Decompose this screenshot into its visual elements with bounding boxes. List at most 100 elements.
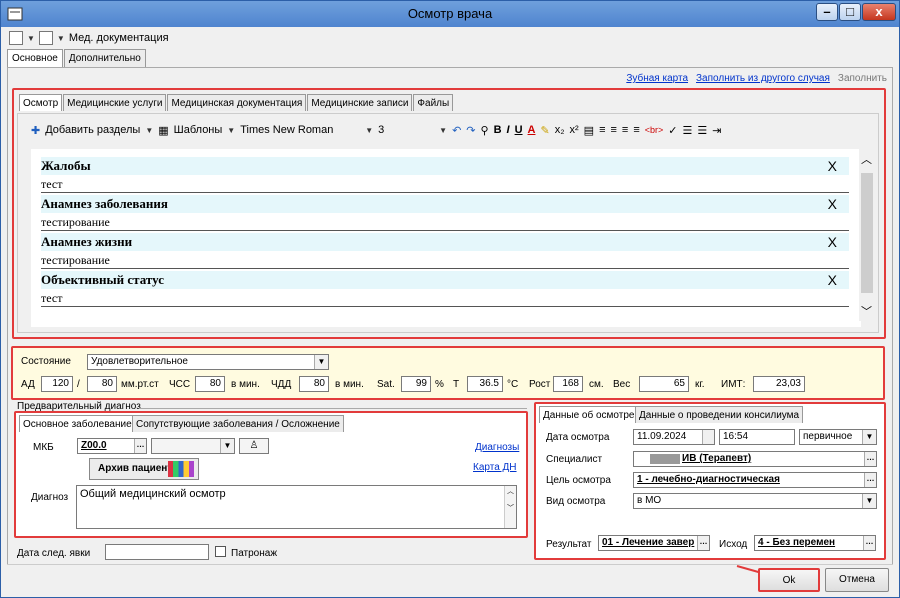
- tab-exam-data[interactable]: Данные об осмотре: [539, 406, 639, 423]
- cancel-button[interactable]: Отмена: [825, 568, 889, 592]
- tab-files[interactable]: Файлы: [413, 94, 454, 111]
- temp-field[interactable]: 36.5: [467, 376, 503, 392]
- tab-med-documentation[interactable]: Медицинская документация: [167, 94, 307, 111]
- specialist-field[interactable]: ИВ (Терапевт) …: [633, 451, 877, 467]
- exam-date-field[interactable]: 11.09.2024: [633, 429, 715, 445]
- close-window-button[interactable]: x: [862, 3, 896, 21]
- chevron-down-icon[interactable]: ▼: [145, 126, 153, 135]
- dental-chart-link[interactable]: Зубная карта: [626, 73, 688, 84]
- align-center-icon[interactable]: ≡: [610, 124, 616, 136]
- exam-type-select[interactable]: в МО ▼: [633, 493, 877, 509]
- height-field[interactable]: 168: [553, 376, 583, 392]
- chevron-down-icon[interactable]: ▼: [227, 126, 235, 135]
- subscript-icon[interactable]: x₂: [555, 124, 565, 136]
- remove-section-icon[interactable]: X: [828, 195, 837, 213]
- indent-icon[interactable]: ⇥: [712, 124, 721, 137]
- exam-kind-select[interactable]: первичное ▼: [799, 429, 877, 445]
- line-break-icon[interactable]: <br>: [645, 125, 664, 135]
- chevron-up-icon[interactable]: ︿: [861, 151, 872, 167]
- dots-icon[interactable]: …: [864, 452, 876, 466]
- scroll-thumb[interactable]: [861, 173, 873, 293]
- tab-med-services[interactable]: Медицинские услуги: [63, 94, 167, 111]
- size-select[interactable]: 3: [378, 124, 434, 136]
- weight-field[interactable]: 65: [639, 376, 689, 392]
- numbered-list-icon[interactable]: ☰: [682, 124, 692, 137]
- ad-diastolic-field[interactable]: 80: [87, 376, 117, 392]
- redo-icon[interactable]: ↷: [466, 124, 475, 137]
- add-sections-button[interactable]: Добавить разделы: [45, 124, 140, 136]
- diagnoses-link[interactable]: Диагнозы: [475, 442, 519, 453]
- italic-icon[interactable]: I: [507, 124, 510, 136]
- maximize-button[interactable]: □: [839, 3, 861, 21]
- tab-main-disease[interactable]: Основное заболевание: [19, 415, 136, 432]
- state-select[interactable]: Удовлетворительное ▼: [87, 354, 329, 370]
- chevron-down-icon[interactable]: ▼: [314, 355, 328, 369]
- chevron-down-icon[interactable]: ▼: [57, 34, 65, 43]
- tab-additional[interactable]: Дополнительно: [63, 49, 146, 67]
- patient-archive-button[interactable]: Архив пациента: [89, 458, 199, 480]
- dots-icon[interactable]: …: [864, 473, 876, 487]
- font-select[interactable]: Times New Roman: [240, 124, 360, 136]
- chevron-down-icon[interactable]: ▼: [439, 126, 447, 135]
- align-right-icon[interactable]: ≡: [622, 124, 628, 136]
- dots-icon[interactable]: …: [134, 439, 146, 453]
- exam-time-field[interactable]: 16:54: [719, 429, 795, 445]
- fill-from-other-link[interactable]: Заполнить из другого случая: [696, 73, 830, 84]
- undo-icon[interactable]: ↶: [452, 124, 461, 137]
- chevron-down-icon[interactable]: ▼: [862, 430, 876, 444]
- document-icon[interactable]: [9, 31, 23, 45]
- remove-section-icon[interactable]: X: [828, 157, 837, 175]
- templates-button[interactable]: Шаблоны: [174, 124, 223, 136]
- justify-icon[interactable]: ≡: [633, 124, 639, 136]
- chevron-down-icon[interactable]: ▼: [862, 494, 876, 508]
- calendar-icon[interactable]: [702, 430, 714, 444]
- purpose-field[interactable]: 1 - лечебно-диагностическая …: [633, 472, 877, 488]
- templates-icon[interactable]: ▦: [158, 124, 168, 137]
- tab-council-data[interactable]: Данные о проведении консилиума: [635, 406, 804, 423]
- minimize-button[interactable]: –: [816, 3, 838, 21]
- section-text[interactable]: тестирование: [41, 251, 849, 269]
- section-text[interactable]: тестирование: [41, 213, 849, 231]
- section-text[interactable]: тест: [41, 289, 849, 307]
- textarea-scrollbar[interactable]: ︿ ﹀: [504, 486, 516, 528]
- plus-icon[interactable]: ✚: [31, 124, 40, 137]
- bold-icon[interactable]: B: [494, 124, 502, 136]
- bullet-list-icon[interactable]: ☰: [697, 124, 707, 137]
- hss-field[interactable]: 80: [195, 376, 225, 392]
- chevron-down-icon[interactable]: ▼: [27, 34, 35, 43]
- dots-icon[interactable]: …: [863, 536, 875, 550]
- superscript-icon[interactable]: x²: [569, 124, 578, 136]
- patronage-checkbox[interactable]: [215, 546, 226, 557]
- structure-icon[interactable]: [38, 31, 53, 45]
- tab-exam[interactable]: Осмотр: [19, 94, 63, 111]
- tab-med-records[interactable]: Медицинские записи: [307, 94, 413, 111]
- spellcheck-icon[interactable]: ✓: [668, 124, 677, 137]
- mkb-field[interactable]: Z00.0 …: [77, 438, 147, 454]
- editor-scrollbar[interactable]: ︿ ﹀: [859, 149, 875, 321]
- chevron-down-icon[interactable]: ﹀: [861, 303, 872, 319]
- ok-button[interactable]: Ok: [758, 568, 820, 592]
- find-icon[interactable]: ⚲: [481, 124, 489, 137]
- tab-main[interactable]: Основное: [7, 49, 63, 68]
- chevron-down-icon[interactable]: ▼: [365, 126, 373, 135]
- sat-field[interactable]: 99: [401, 376, 431, 392]
- font-color-icon[interactable]: A: [528, 124, 536, 136]
- dots-icon[interactable]: …: [697, 536, 709, 550]
- section-text[interactable]: тест: [41, 175, 849, 193]
- dn-card-link[interactable]: Карта ДН: [473, 462, 517, 473]
- remove-section-icon[interactable]: X: [828, 271, 837, 289]
- document-editor[interactable]: Жалобы X тест Анамнез заболевания X тест…: [31, 149, 861, 327]
- next-visit-field[interactable]: [105, 544, 209, 560]
- remove-section-icon[interactable]: X: [828, 233, 837, 251]
- outcome-field[interactable]: 4 - Без перемен …: [754, 535, 876, 551]
- underline-icon[interactable]: U: [515, 124, 523, 136]
- diagnosis-textarea[interactable]: Общий медицинский осмотр ︿ ﹀: [76, 485, 517, 529]
- tab-comorbidities[interactable]: Сопутствующие заболевания / Осложнение: [132, 415, 344, 432]
- highlight-icon[interactable]: ✎: [540, 124, 549, 137]
- table-icon[interactable]: ▤: [584, 124, 594, 137]
- chdd-field[interactable]: 80: [299, 376, 329, 392]
- ad-systolic-field[interactable]: 120: [41, 376, 73, 392]
- med-docs-menu[interactable]: Мед. документация: [69, 32, 169, 44]
- result-field[interactable]: 01 - Лечение завер …: [598, 535, 710, 551]
- align-left-icon[interactable]: ≡: [599, 124, 605, 136]
